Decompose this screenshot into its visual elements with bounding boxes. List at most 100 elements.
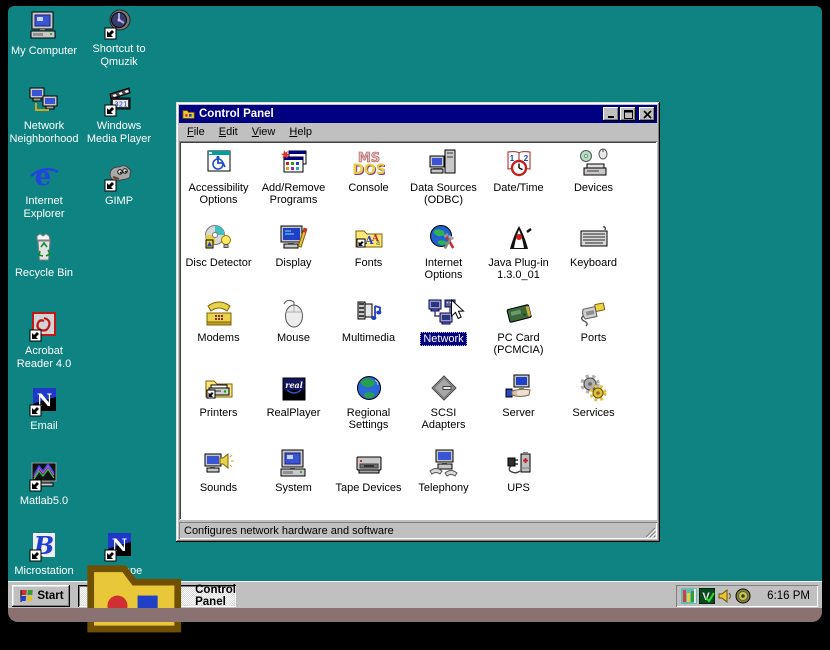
my-computer-icon [28, 10, 60, 42]
applet-label: Ports [579, 332, 609, 344]
odbc-icon [428, 148, 460, 180]
maximize-button[interactable] [620, 107, 636, 121]
clock[interactable]: 6:16 PM [753, 590, 818, 602]
applet-printers[interactable]: Printers [181, 370, 256, 445]
desktop: My Computer Shortcut to Qmuzik Network Nei… [8, 6, 822, 581]
menu-view[interactable]: View [245, 125, 283, 139]
server-icon [503, 373, 535, 405]
desktop-icon-label: Network Neighborhood [9, 120, 79, 146]
console-icon: MSDOSDOS [353, 148, 385, 180]
control-panel-folder-icon [84, 542, 191, 649]
desktop-icon-microstation[interactable]: BMicrostation [6, 530, 82, 578]
applet-regional-settings[interactable]: Regional Settings [331, 370, 406, 445]
tape-icon [353, 448, 385, 480]
svg-text:real: real [285, 380, 303, 390]
desktop-icon-label: Microstation [14, 565, 73, 578]
applet-tape-devices[interactable]: Tape Devices [331, 445, 406, 520]
applet-system[interactable]: System [256, 445, 331, 520]
applet-services[interactable]: Services [556, 370, 631, 445]
java-icon [503, 223, 535, 255]
applet-label: Add/Remove Programs [256, 182, 331, 206]
desktop-icon-my-computer[interactable]: My Computer [6, 10, 82, 58]
applet-label: Fonts [353, 257, 385, 269]
taskbar: Start Control Panel V 6:16 PM [8, 581, 822, 608]
applet-ports[interactable]: Ports [556, 295, 631, 370]
start-button[interactable]: Start [12, 585, 70, 607]
start-label: Start [37, 590, 63, 602]
applet-devices[interactable]: Devices [556, 145, 631, 220]
applet-label: Server [500, 407, 536, 419]
applet-label: SCSI Adapters [406, 407, 481, 431]
applet-sounds[interactable]: Sounds [181, 445, 256, 520]
applet-display[interactable]: Display [256, 220, 331, 295]
performance-meter-icon[interactable] [681, 588, 697, 604]
applet-grid: Accessibility OptionsAdd/Remove Programs… [179, 141, 657, 520]
task-button-control-panel[interactable]: Control Panel [78, 585, 236, 607]
menu-help[interactable]: Help [282, 125, 319, 139]
qmuzik-icon [103, 8, 135, 40]
desktop-icon-recycle-bin[interactable]: Recycle Bin [6, 232, 82, 280]
display-adapter-icon[interactable] [735, 588, 751, 604]
applet-network[interactable]: Network [406, 295, 481, 370]
desktop-icon-email[interactable]: NEmail [6, 385, 82, 433]
telephony-icon [428, 448, 460, 480]
applet-label: Sounds [198, 482, 239, 494]
applet-telephony[interactable]: Telephony [406, 445, 481, 520]
applet-date-time[interactable]: 12Date/Time [481, 145, 556, 220]
applet-multimedia[interactable]: Multimedia [331, 295, 406, 370]
applet-console[interactable]: MSDOSDOS Console [331, 145, 406, 220]
applet-pc-card-pcmcia[interactable]: PC Card (PCMCIA) [481, 295, 556, 370]
task-button-label: Control Panel [195, 584, 236, 608]
applet-java-plug-in-1-3-0-01[interactable]: Java Plug-in 1.3.0_01 [481, 220, 556, 295]
desktop-icon-matlab5-0[interactable]: Matlab5.0 [6, 460, 82, 508]
minimize-button[interactable] [603, 107, 619, 121]
applet-keyboard[interactable]: Keyboard [556, 220, 631, 295]
desktop-icon-network-neighborhood[interactable]: Network Neighborhood [6, 85, 82, 146]
applet-disc-detector[interactable]: Disc Detector [181, 220, 256, 295]
modems-icon [203, 298, 235, 330]
network-neighborhood-icon [28, 85, 60, 117]
applet-label: Data Sources (ODBC) [406, 182, 481, 206]
desktop-icon-shortcut-to-qmuzik[interactable]: Shortcut to Qmuzik [81, 8, 157, 69]
applet-data-sources-odbc[interactable]: Data Sources (ODBC) [406, 145, 481, 220]
applet-fonts[interactable]: AAaFonts [331, 220, 406, 295]
applet-add-remove-programs[interactable]: Add/Remove Programs [256, 145, 331, 220]
netscape-mail-icon: N [28, 385, 60, 417]
accessibility-icon [203, 148, 235, 180]
desktop-icon-windows-media-player[interactable]: 321Windows Media Player [81, 85, 157, 146]
applet-label: Multimedia [340, 332, 397, 344]
applet-realplayer[interactable]: realRealPlayer [256, 370, 331, 445]
window-title: Control Panel [199, 108, 602, 120]
applet-ups[interactable]: UPS [481, 445, 556, 520]
pccard-icon [503, 298, 535, 330]
system-icon [278, 448, 310, 480]
desktop-icon-acrobat-reader-4-0[interactable]: Acrobat Reader 4.0 [6, 310, 82, 371]
status-bar: Configures network hardware and software [179, 522, 657, 539]
applet-label: Telephony [416, 482, 470, 494]
multimedia-icon [353, 298, 385, 330]
desktop-icon-internet-explorer[interactable]: eInternet Explorer [6, 160, 82, 221]
applet-mouse[interactable]: Mouse [256, 295, 331, 370]
menu-file[interactable]: File [180, 125, 212, 139]
system-tray: V 6:16 PM [676, 585, 818, 607]
applet-label: Internet Options [406, 257, 481, 281]
applet-accessibility-options[interactable]: Accessibility Options [181, 145, 256, 220]
resize-grip[interactable] [644, 526, 656, 538]
close-button[interactable] [639, 107, 655, 121]
virus-scanner-icon[interactable]: V [699, 588, 715, 604]
internet-options-icon [428, 223, 460, 255]
display-icon [278, 223, 310, 255]
desktop-icon-gimp[interactable]: GIMP [81, 160, 157, 208]
applet-internet-options[interactable]: Internet Options [406, 220, 481, 295]
applet-label: Console [346, 182, 390, 194]
ports-icon [578, 298, 610, 330]
desktop-icon-label: My Computer [11, 45, 77, 58]
applet-scsi-adapters[interactable]: SCSI Adapters [406, 370, 481, 445]
desktop-icon-label: GIMP [105, 195, 133, 208]
window-titlebar[interactable]: Control Panel [179, 105, 657, 123]
applet-modems[interactable]: Modems [181, 295, 256, 370]
applet-server[interactable]: Server [481, 370, 556, 445]
desktop-icon-label: Windows Media Player [84, 120, 154, 146]
menu-edit[interactable]: Edit [212, 125, 245, 139]
volume-icon[interactable] [717, 588, 733, 604]
